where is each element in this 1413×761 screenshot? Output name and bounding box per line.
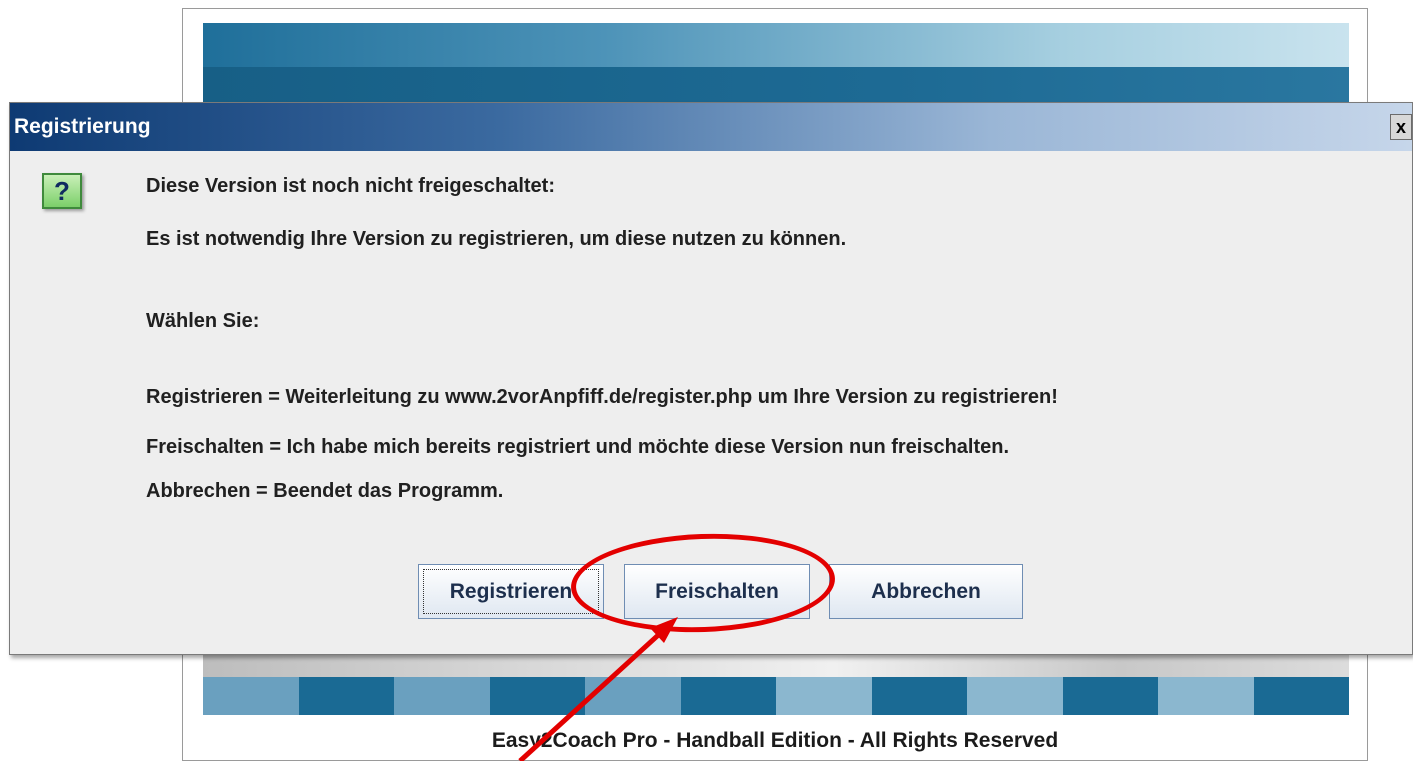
splash-color-tiles <box>203 677 1349 715</box>
splash-tile <box>394 677 490 715</box>
splash-tile <box>680 677 776 715</box>
dialog-titlebar[interactable]: Registrierung x <box>10 103 1412 151</box>
splash-tile <box>776 677 872 715</box>
question-icon: ? <box>42 173 82 209</box>
splash-photo <box>203 655 1349 677</box>
dialog-title: Registrierung <box>14 115 151 138</box>
splash-tile <box>1158 677 1254 715</box>
message-line-1: Diese Version ist noch nicht freigeschal… <box>146 175 556 197</box>
splash-tile <box>1062 677 1158 715</box>
splash-banner-stripe <box>203 67 1349 103</box>
splash-tile <box>585 677 681 715</box>
splash-tile <box>489 677 585 715</box>
splash-tile <box>967 677 1063 715</box>
message-line-5: Freischalten = Ich habe mich bereits reg… <box>146 436 1010 458</box>
message-line-3: Wählen Sie: <box>146 310 260 332</box>
message-line-6: Abbrechen = Beendet das Programm. <box>146 480 504 502</box>
cancel-button[interactable]: Abbrechen <box>829 564 1023 619</box>
splash-footer-text: Easy2Coach Pro - Handball Edition - All … <box>491 729 1059 752</box>
message-line-4: Registrieren = Weiterleitung zu www.2vor… <box>146 386 1058 408</box>
splash-tile <box>298 677 394 715</box>
message-line-2: Es ist notwendig Ihre Version zu registr… <box>146 228 847 250</box>
splash-tile <box>871 677 967 715</box>
splash-tile <box>1253 677 1349 715</box>
splash-tile <box>203 677 299 715</box>
close-icon[interactable]: x <box>1390 114 1412 140</box>
